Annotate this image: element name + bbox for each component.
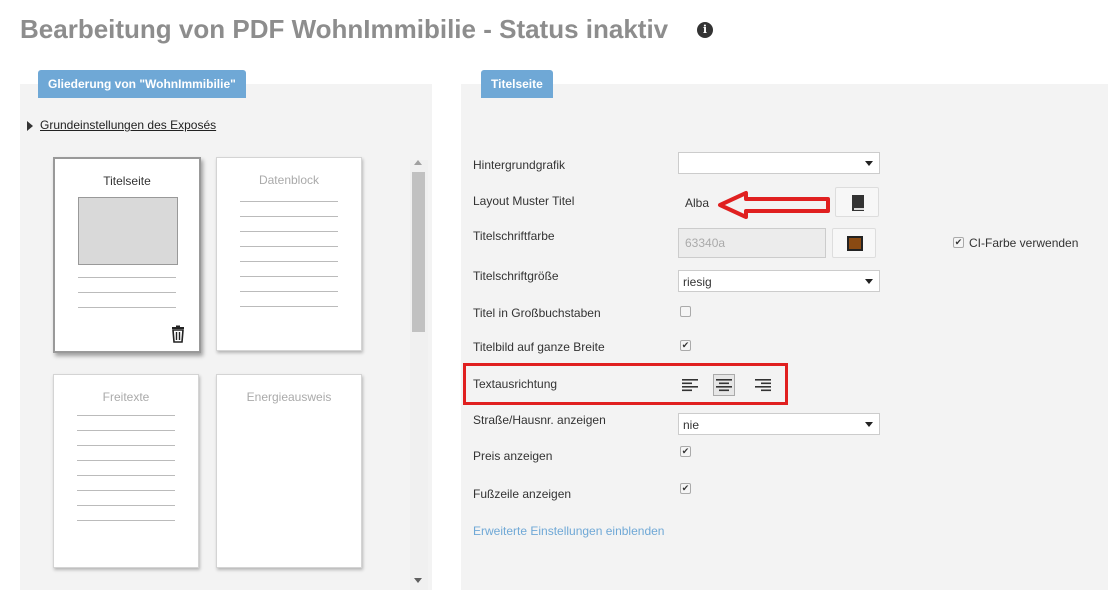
red-arrow-annotation xyxy=(718,191,830,219)
align-center-button[interactable] xyxy=(713,374,735,396)
titelschriftfarbe-input[interactable]: 63340a xyxy=(678,228,826,258)
card-line xyxy=(77,415,175,416)
scroll-down-arrow-icon[interactable] xyxy=(414,578,422,583)
label-titelschriftfarbe: Titelschriftfarbe xyxy=(473,229,555,243)
color-picker-button[interactable] xyxy=(832,228,876,258)
card-line xyxy=(240,201,338,202)
label-fusszeile: Fußzeile anzeigen xyxy=(473,487,572,501)
card-line xyxy=(77,445,175,446)
settings-panel-tab: Titelseite xyxy=(481,70,553,98)
page-card-freitexte[interactable]: Freitexte xyxy=(53,374,199,568)
layout-muster-value: Alba xyxy=(685,196,710,210)
color-picker-icon xyxy=(847,236,863,251)
page-card-titelseite[interactable]: Titelseite xyxy=(53,157,201,353)
layout-book-button[interactable] xyxy=(835,187,879,217)
card-line xyxy=(240,306,338,307)
card-line xyxy=(77,490,175,491)
card-label: Datenblock xyxy=(258,173,320,187)
preis-checkbox[interactable]: ✔ xyxy=(680,446,691,457)
card-line xyxy=(240,291,338,292)
card-line xyxy=(77,460,175,461)
label-textausrichtung: Textausrichtung xyxy=(473,377,558,391)
align-right-icon[interactable] xyxy=(755,378,771,392)
card-label: Energieausweis xyxy=(246,390,332,404)
fusszeile-checkbox[interactable]: ✔ xyxy=(680,483,691,494)
card-line xyxy=(78,292,176,293)
dropdown-arrow-icon xyxy=(865,422,873,427)
expand-triangle-icon[interactable] xyxy=(27,121,33,131)
select-value: riesig xyxy=(683,275,712,289)
card-label: Freitexte xyxy=(102,390,150,404)
trash-icon[interactable] xyxy=(169,325,187,343)
page-card-energieausweis[interactable]: Energieausweis xyxy=(216,374,362,568)
card-line xyxy=(77,475,175,476)
card-label: Titelseite xyxy=(103,174,151,188)
advanced-settings-link[interactable]: Erweiterte Einstellungen einblenden xyxy=(473,524,664,538)
label-titelbild-breite: Titelbild auf ganze Breite xyxy=(473,340,605,354)
dropdown-arrow-icon xyxy=(865,279,873,284)
label-ci-farbe: CI-Farbe verwenden xyxy=(969,236,1079,250)
titelbild-breite-checkbox[interactable]: ✔ xyxy=(680,340,691,351)
label-strasse: Straße/Hausnr. anzeigen xyxy=(473,413,606,427)
card-line xyxy=(240,261,338,262)
card-line xyxy=(240,246,338,247)
card-line xyxy=(77,505,175,506)
scrollbar-thumb[interactable] xyxy=(412,172,425,332)
card-line xyxy=(240,276,338,277)
card-line xyxy=(78,307,176,308)
label-grossbuchstaben: Titel in Großbuchstaben xyxy=(473,306,601,320)
card-line xyxy=(77,520,175,521)
label-preis: Preis anzeigen xyxy=(473,449,553,463)
ci-farbe-checkbox[interactable]: ✔ xyxy=(953,237,964,248)
grossbuchstaben-checkbox[interactable] xyxy=(680,306,691,317)
page-card-datenblock[interactable]: Datenblock xyxy=(216,157,362,351)
card-line xyxy=(77,430,175,431)
align-center-icon xyxy=(716,379,732,392)
select-value: nie xyxy=(683,418,700,432)
dropdown-arrow-icon xyxy=(865,161,873,166)
align-left-icon[interactable] xyxy=(682,378,698,392)
outline-panel-tab: Gliederung von "WohnImmibilie" xyxy=(38,70,246,98)
scroll-up-arrow-icon[interactable] xyxy=(414,160,422,165)
strasse-select[interactable]: nie xyxy=(678,413,880,435)
card-line xyxy=(78,277,176,278)
page-title: Bearbeitung von PDF WohnImmibilie - Stat… xyxy=(20,14,669,44)
label-layout-muster: Layout Muster Titel xyxy=(473,194,575,208)
card-image-placeholder xyxy=(78,197,178,265)
label-hintergrundgrafik: Hintergrundgrafik xyxy=(473,158,566,172)
info-icon[interactable]: i xyxy=(697,22,713,38)
book-icon xyxy=(852,195,864,211)
hintergrundgrafik-select[interactable] xyxy=(678,152,880,174)
card-line xyxy=(240,231,338,232)
titelschriftgroesse-select[interactable]: riesig xyxy=(678,270,880,292)
label-titelschriftgroesse: Titelschriftgröße xyxy=(473,269,559,283)
section-link-grundeinstellungen[interactable]: Grundeinstellungen des Exposés xyxy=(40,118,216,132)
card-line xyxy=(240,216,338,217)
